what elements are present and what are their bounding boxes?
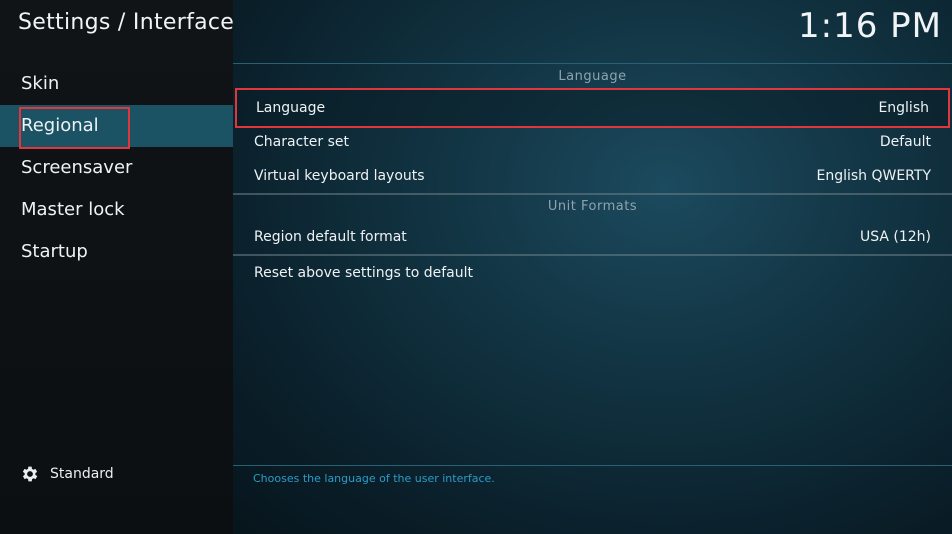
setting-label: Region default format bbox=[254, 229, 407, 245]
setting-character-set[interactable]: Character set Default bbox=[233, 125, 952, 159]
reset-label: Reset above settings to default bbox=[254, 265, 473, 281]
reset-settings-button[interactable]: Reset above settings to default bbox=[233, 256, 952, 290]
sidebar-item-label: Skin bbox=[21, 73, 60, 94]
sidebar-item-screensaver[interactable]: Screensaver bbox=[0, 147, 233, 189]
sidebar-item-skin[interactable]: Skin bbox=[0, 63, 233, 105]
sidebar-item-regional[interactable]: Regional bbox=[0, 105, 233, 149]
sidebar-item-label: Master lock bbox=[21, 199, 125, 220]
setting-language[interactable]: Language English bbox=[235, 88, 950, 128]
setting-value: English bbox=[878, 100, 929, 116]
gear-icon bbox=[22, 466, 38, 482]
setting-label: Language bbox=[256, 100, 326, 116]
sidebar-item-label: Screensaver bbox=[21, 157, 133, 178]
settings-level-label: Standard bbox=[50, 466, 114, 482]
section-title-language: Language bbox=[558, 69, 627, 84]
selection-highlight bbox=[19, 107, 130, 149]
setting-virtual-keyboard-layouts[interactable]: Virtual keyboard layouts English QWERTY bbox=[233, 159, 952, 193]
sidebar-item-label: Startup bbox=[21, 241, 88, 262]
sidebar-item-master-lock[interactable]: Master lock bbox=[0, 189, 233, 231]
setting-value: Default bbox=[879, 134, 931, 150]
sidebar-item-startup[interactable]: Startup bbox=[0, 231, 233, 273]
page-title: Settings / Interface bbox=[18, 10, 235, 35]
setting-value: English QWERTY bbox=[816, 168, 931, 184]
category-list: Skin Regional Screensaver Master lock St… bbox=[0, 63, 233, 273]
footer-divider bbox=[233, 465, 952, 466]
clock: 1:16 PM bbox=[798, 6, 942, 46]
settings-level-button[interactable]: Standard bbox=[20, 464, 114, 484]
header-divider bbox=[233, 63, 952, 64]
section-divider bbox=[233, 193, 952, 195]
section-title-unit-formats: Unit Formats bbox=[547, 199, 638, 214]
setting-label: Virtual keyboard layouts bbox=[254, 168, 425, 184]
setting-value: USA (12h) bbox=[859, 229, 931, 245]
setting-label: Character set bbox=[254, 134, 349, 150]
setting-region-default-format[interactable]: Region default format USA (12h) bbox=[233, 220, 952, 254]
setting-description: Chooses the language of the user interfa… bbox=[253, 472, 495, 485]
